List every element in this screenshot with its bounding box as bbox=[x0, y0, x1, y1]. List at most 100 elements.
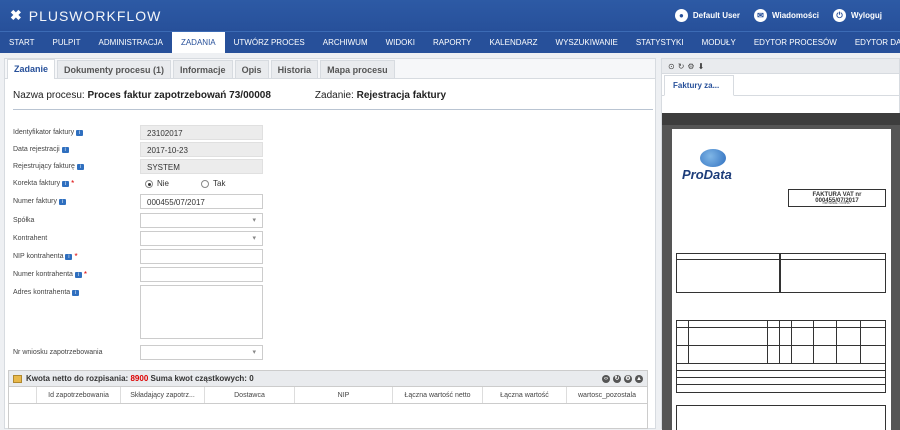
menu-edytor-procesow[interactable]: EDYTOR PROCESÓW bbox=[745, 32, 846, 53]
grid-col-id[interactable]: Id zapotrzebowania bbox=[37, 387, 121, 403]
menu-moduly[interactable]: MODUŁY bbox=[693, 32, 745, 53]
info-icon[interactable]: i bbox=[72, 289, 80, 296]
menu-archiwum[interactable]: ARCHIWUM bbox=[314, 32, 377, 53]
document-preview-panel: ⊙ ↻ ⚙ ⬇ Faktury za... ProData FAKTURA VA… bbox=[661, 58, 900, 430]
nip-input[interactable] bbox=[140, 249, 263, 264]
invoice-summary-box bbox=[676, 405, 886, 430]
info-icon[interactable]: i bbox=[58, 198, 66, 205]
pdf-viewer[interactable]: ProData FAKTURA VAT nr 000455/07/2017 OR… bbox=[662, 113, 900, 430]
contractor-addr-label: Adres kontrahenta i bbox=[13, 285, 80, 300]
tab-mapa-procesu[interactable]: Mapa procesu bbox=[320, 60, 395, 78]
contractor-no-input[interactable] bbox=[140, 267, 263, 282]
grid-col-nip[interactable]: NIP bbox=[295, 387, 393, 403]
preview-toolbar: ⊙ ↻ ⚙ ⬇ bbox=[662, 59, 899, 74]
contractor-select[interactable] bbox=[140, 231, 263, 246]
menu-widoki[interactable]: WIDOKI bbox=[377, 32, 424, 53]
menu-edytor-danych[interactable]: EDYTOR DANYCH bbox=[846, 32, 900, 53]
menu-kalendarz[interactable]: KALENDARZ bbox=[481, 32, 547, 53]
grid-columns: Id zapotrzebowania Składający zapotrz...… bbox=[9, 387, 647, 404]
company-select[interactable] bbox=[140, 213, 263, 228]
tab-zadanie[interactable]: Zadanie bbox=[7, 59, 56, 79]
invoice-subtitle: ORYGINAŁ / KOPIA * bbox=[788, 200, 886, 207]
reg-date-field: 2017-10-23 bbox=[140, 142, 263, 157]
menu-zadania[interactable]: ZADANIA bbox=[171, 32, 225, 53]
menu-administracja[interactable]: ADMINISTRACJA bbox=[90, 32, 172, 53]
user-menu[interactable]: ● Default User bbox=[674, 9, 740, 22]
request-no-label: Nr wniosku zapotrzebowania bbox=[13, 349, 103, 356]
required-marker: * bbox=[83, 270, 88, 279]
viewer-toolbar bbox=[662, 113, 900, 125]
invoice-id-field: 23102017 bbox=[140, 125, 263, 140]
info-icon[interactable]: i bbox=[61, 146, 69, 153]
invoice-no-input[interactable]: 000455/07/2017 bbox=[140, 194, 263, 209]
logo-icon: ✖ bbox=[10, 7, 23, 23]
grid-col-applicant[interactable]: Składający zapotrz... bbox=[121, 387, 205, 403]
correction-label: Korekta faktury i * bbox=[13, 179, 75, 188]
amount-value: 8900 bbox=[130, 374, 149, 383]
tab-dokumenty[interactable]: Dokumenty procesu (1) bbox=[57, 60, 172, 78]
invoice-items-table bbox=[676, 320, 886, 393]
correction-yes-radio[interactable]: Tak bbox=[201, 179, 225, 188]
invoice-logo: ProData bbox=[682, 167, 732, 182]
preview-tabs: Faktury za... bbox=[662, 74, 899, 96]
required-marker: * bbox=[74, 252, 78, 261]
requests-grid: Kwota netto do rozpisania: 8900 Suma kwo… bbox=[8, 370, 648, 429]
top-bar: ✖ PLUSWORKFLOW ● Default User ✉ Wiadomoś… bbox=[0, 0, 900, 31]
task-label: Zadanie: bbox=[314, 90, 354, 101]
settings-icon[interactable]: ⚙ bbox=[624, 374, 632, 383]
radio-checked-icon bbox=[145, 179, 153, 188]
process-name-label: Nazwa procesu: bbox=[13, 90, 85, 101]
tab-opis[interactable]: Opis bbox=[234, 60, 269, 78]
buyer-box bbox=[780, 253, 886, 293]
contractor-addr-textarea[interactable] bbox=[140, 285, 263, 339]
info-icon[interactable]: i bbox=[65, 253, 73, 260]
contractor-label: Kontrahent bbox=[13, 235, 48, 242]
main-menu: START PULPIT ADMINISTRACJA ZADANIA UTWÓR… bbox=[0, 31, 900, 53]
invoice-no-label: Numer faktury i bbox=[13, 194, 66, 209]
menu-pulpit[interactable]: PULPIT bbox=[43, 32, 89, 53]
expand-icon[interactable]: ‹› bbox=[602, 374, 610, 383]
grid-header: Kwota netto do rozpisania: 8900 Suma kwo… bbox=[9, 371, 647, 387]
info-icon[interactable]: i bbox=[76, 163, 84, 170]
mail-icon: ✉ bbox=[753, 9, 767, 22]
folder-icon bbox=[13, 374, 22, 383]
tab-faktury[interactable]: Faktury za... bbox=[664, 75, 734, 96]
download-icon[interactable]: ⬇ bbox=[698, 62, 705, 71]
request-no-select[interactable] bbox=[140, 345, 263, 360]
app-logo[interactable]: ✖ PLUSWORKFLOW bbox=[10, 7, 161, 24]
invoice-id-label: Identyfikator faktury i bbox=[13, 125, 84, 140]
menu-start[interactable]: START bbox=[0, 32, 43, 53]
invoice-page: ProData FAKTURA VAT nr 000455/07/2017 OR… bbox=[672, 129, 891, 430]
info-icon[interactable]: i bbox=[62, 180, 70, 187]
company-label: Spółka bbox=[13, 217, 35, 224]
grid-col-supplier[interactable]: Dostawca bbox=[205, 387, 295, 403]
menu-raporty[interactable]: RAPORTY bbox=[424, 32, 481, 53]
grid-col-total[interactable]: Łączna wartość bbox=[483, 387, 567, 403]
prodata-logo-icon bbox=[700, 149, 726, 167]
tab-informacje[interactable]: Informacje bbox=[173, 60, 233, 78]
grid-col-checkbox[interactable] bbox=[9, 387, 37, 403]
collapse-icon[interactable]: ▲ bbox=[635, 374, 643, 383]
info-icon[interactable]: i bbox=[74, 271, 82, 278]
tab-historia[interactable]: Historia bbox=[270, 60, 319, 78]
messages-link[interactable]: ✉ Wiadomości bbox=[753, 9, 819, 22]
menu-statystyki[interactable]: STATYSTYKI bbox=[627, 32, 693, 53]
settings-icon[interactable]: ⚙ bbox=[687, 62, 694, 71]
correction-no-radio[interactable]: Nie bbox=[145, 179, 169, 188]
grid-col-remaining[interactable]: wartosc_pozostala bbox=[567, 387, 647, 403]
seller-box bbox=[676, 253, 780, 293]
registrar-field: SYSTEM bbox=[140, 159, 263, 174]
process-name-value: Proces faktur zapotrzebowań 73/00008 bbox=[87, 90, 271, 101]
grid-col-net-total[interactable]: Łączna wartość netto bbox=[393, 387, 483, 403]
refresh-icon[interactable]: ↻ bbox=[678, 62, 685, 71]
logout-link[interactable]: ⏻ Wyloguj bbox=[833, 9, 882, 22]
nip-label: NIP kontrahenta i * bbox=[13, 252, 78, 261]
refresh-icon[interactable]: ↻ bbox=[613, 374, 621, 383]
menu-utworz-proces[interactable]: UTWÓRZ PROCES bbox=[225, 32, 314, 53]
menu-wyszukiwanie[interactable]: WYSZUKIWANIE bbox=[547, 32, 627, 53]
task-value: Rejestracja faktury bbox=[356, 90, 447, 101]
expand-icon[interactable]: ⊙ bbox=[668, 62, 675, 71]
contractor-no-label: Numer kontrahenta i * bbox=[13, 270, 88, 279]
radio-unchecked-icon bbox=[201, 179, 209, 188]
info-icon[interactable]: i bbox=[76, 129, 84, 136]
